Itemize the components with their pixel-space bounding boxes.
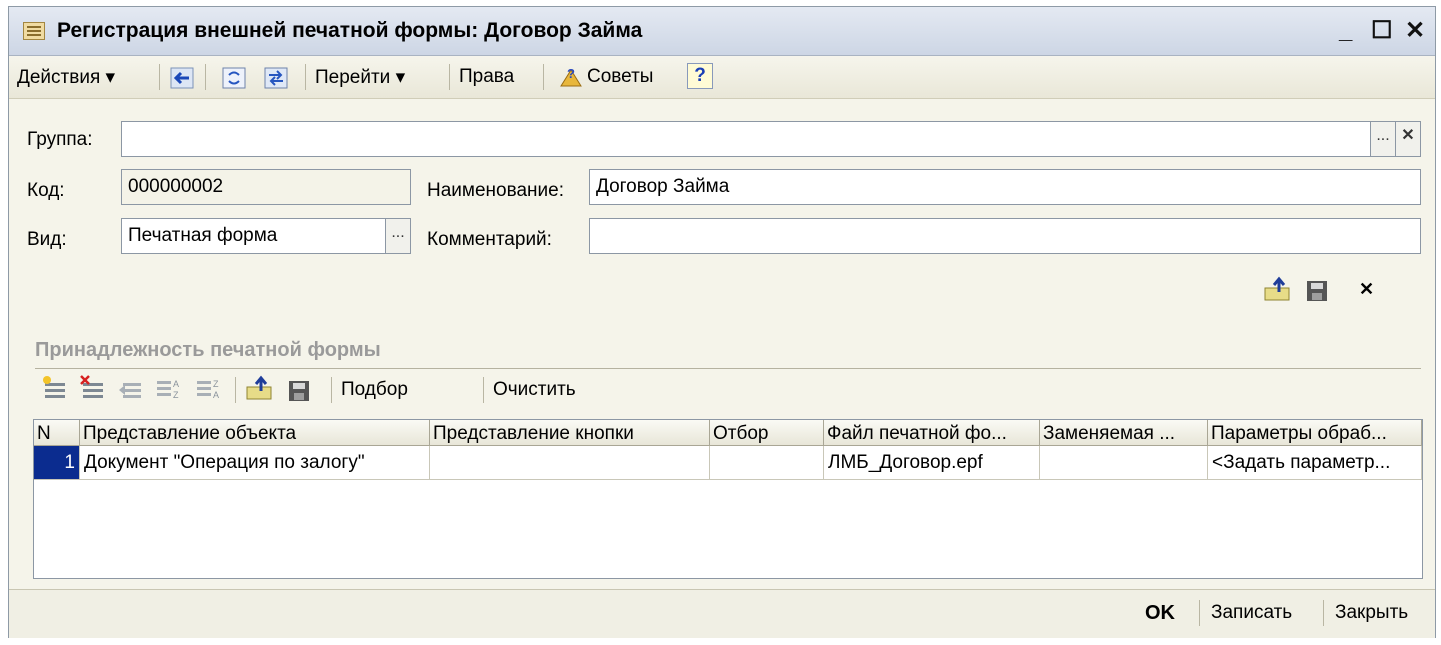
- comment-field[interactable]: [589, 218, 1421, 254]
- toolbar-separator: [205, 64, 206, 90]
- move-row-icon[interactable]: [117, 375, 145, 401]
- actions-menu[interactable]: Действия ▾: [17, 66, 115, 89]
- group-label: Группа:: [27, 129, 93, 150]
- code-label: Код:: [27, 180, 65, 201]
- section-title: Принадлежность печатной формы: [35, 339, 381, 361]
- close-window-button[interactable]: ✕: [1405, 15, 1425, 47]
- table-cell-filter[interactable]: [710, 446, 824, 480]
- name-field[interactable]: Договор Займа: [589, 169, 1421, 205]
- toolbar-separator: [305, 64, 306, 90]
- save-file-icon[interactable]: [1305, 279, 1331, 303]
- svg-text:Z: Z: [173, 390, 179, 400]
- title-bar: Регистрация внешней печатной формы: Дого…: [9, 7, 1435, 56]
- toolbar-separator: [449, 64, 450, 90]
- ownership-table[interactable]: N Представление объекта Представление кн…: [33, 419, 1423, 579]
- toolbar-separator: [331, 377, 332, 403]
- save-table-icon[interactable]: [287, 379, 313, 403]
- kind-label: Вид:: [27, 229, 67, 250]
- footer-bar: OK Записать Закрыть: [9, 589, 1435, 638]
- svg-text:A: A: [213, 390, 219, 400]
- tips-button[interactable]: Советы: [587, 66, 653, 88]
- add-row-icon[interactable]: [41, 375, 69, 401]
- sort-ascending-icon[interactable]: A Z: [155, 375, 185, 401]
- column-header-params[interactable]: Параметры обраб...: [1208, 420, 1422, 446]
- sort-descending-icon[interactable]: Z A: [195, 375, 225, 401]
- table-cell-object[interactable]: Документ "Операция по залогу": [80, 446, 430, 480]
- section-divider: [35, 368, 1421, 369]
- minimize-button[interactable]: _: [1339, 15, 1352, 47]
- name-label: Наименование:: [427, 180, 564, 201]
- table-cell-file[interactable]: ЛМБ_Договор.epf: [824, 446, 1040, 480]
- footer-separator: [1199, 600, 1200, 626]
- back-arrow-icon[interactable]: [169, 66, 195, 90]
- svg-text:Z: Z: [213, 379, 219, 389]
- registration-window: Регистрация внешней печатной формы: Дого…: [8, 6, 1436, 638]
- switch-icon[interactable]: [263, 66, 289, 90]
- delete-file-button[interactable]: ✕: [1359, 279, 1374, 300]
- load-file-icon[interactable]: [1263, 276, 1293, 302]
- svg-text:?: ?: [567, 66, 575, 81]
- code-field[interactable]: 000000002: [121, 169, 411, 205]
- select-button[interactable]: Подбор: [341, 379, 408, 401]
- column-header-button[interactable]: Представление кнопки: [430, 420, 710, 446]
- column-header-n[interactable]: N: [34, 420, 80, 446]
- close-button[interactable]: Закрыть: [1335, 602, 1408, 624]
- footer-separator: [1323, 600, 1324, 626]
- refresh-icon[interactable]: [221, 66, 247, 90]
- load-table-icon[interactable]: [245, 375, 275, 401]
- svg-text:A: A: [173, 379, 179, 389]
- group-field[interactable]: [121, 121, 1371, 157]
- help-button[interactable]: ?: [687, 63, 713, 89]
- table-cell-replaced[interactable]: [1040, 446, 1208, 480]
- toolbar-separator: [543, 64, 544, 90]
- comment-label: Комментарий:: [427, 229, 552, 250]
- save-button[interactable]: Записать: [1211, 602, 1292, 624]
- clear-button[interactable]: Очистить: [493, 379, 576, 401]
- column-header-filter[interactable]: Отбор: [710, 420, 824, 446]
- toolbar-separator: [159, 64, 160, 90]
- kind-field[interactable]: Печатная форма: [121, 218, 411, 254]
- table-cell-n[interactable]: 1: [34, 446, 80, 480]
- kind-select-button[interactable]: ...: [385, 218, 411, 254]
- column-header-replaced[interactable]: Заменяемая ...: [1040, 420, 1208, 446]
- toolbar-separator: [235, 377, 236, 403]
- tips-lightbulb-icon[interactable]: ?: [557, 64, 585, 92]
- group-select-button[interactable]: ...: [1370, 121, 1396, 157]
- group-clear-button[interactable]: ✕: [1395, 121, 1421, 157]
- toolbar-separator: [483, 377, 484, 403]
- delete-row-icon[interactable]: [79, 375, 107, 401]
- goto-menu[interactable]: Перейти ▾: [315, 66, 405, 89]
- table-cell-button[interactable]: [430, 446, 710, 480]
- window-title: Регистрация внешней печатной формы: Дого…: [57, 19, 643, 42]
- main-toolbar: Действия ▾ Перейти ▾ Права ? Советы ?: [9, 56, 1435, 99]
- column-header-object[interactable]: Представление объекта: [80, 420, 430, 446]
- rights-button[interactable]: Права: [459, 66, 514, 88]
- form-icon: [23, 22, 45, 40]
- ok-button[interactable]: OK: [1145, 602, 1175, 625]
- table-cell-params[interactable]: <Задать параметр...: [1208, 446, 1422, 480]
- column-header-file[interactable]: Файл печатной фо...: [824, 420, 1040, 446]
- maximize-button[interactable]: ☐: [1371, 15, 1393, 47]
